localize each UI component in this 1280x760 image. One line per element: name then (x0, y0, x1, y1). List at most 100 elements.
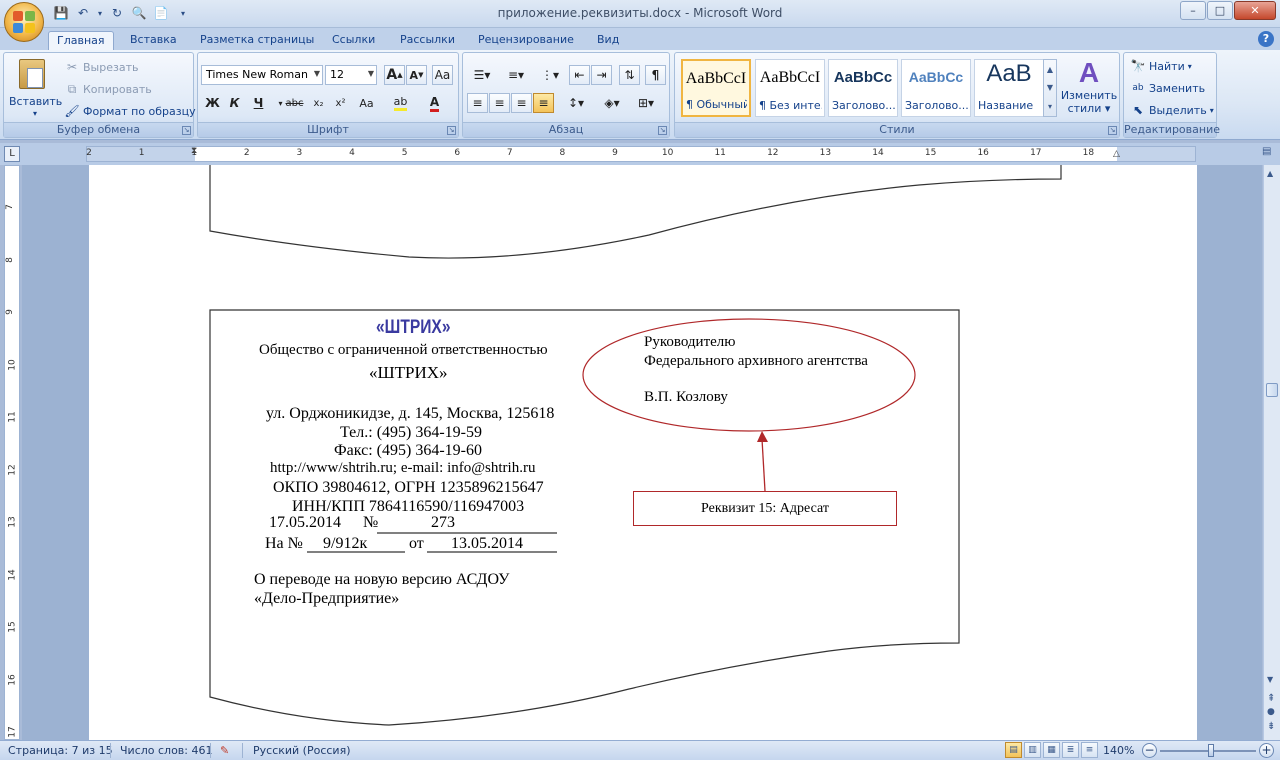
copy-icon: ⧉ (67, 81, 77, 96)
document-page[interactable]: «ШТРИХ» Общество с ограниченной ответств… (89, 165, 1197, 740)
highlight-icon[interactable]: ab (390, 93, 411, 113)
line-spacing-icon[interactable]: ↕▾ (561, 93, 591, 113)
numbering-icon[interactable]: ≡▾ (501, 65, 531, 85)
font-launcher-icon[interactable]: ↘ (447, 126, 456, 135)
ruler-number: 13 (819, 148, 832, 158)
draft-icon[interactable]: ≡ (1081, 742, 1098, 758)
strikethrough-button[interactable]: abc (284, 93, 305, 113)
close-button[interactable]: ✕ (1234, 1, 1276, 20)
proofing-icon[interactable]: ✎ (220, 744, 229, 757)
justify-icon[interactable]: ≡ (533, 93, 554, 113)
style-title[interactable]: AaB Название (974, 59, 1044, 117)
font-name-combo[interactable]: Times New Roman ▼ (201, 65, 323, 85)
bullets-icon[interactable]: ☰▾ (467, 65, 497, 85)
ruler-strip[interactable]: 2 1 1 2 3 4 5 6 7 8 9 10 11 12 13 14 15 16 17 18 ⧗ △ (86, 146, 1196, 162)
previous-page-icon[interactable]: ⇞ (1267, 693, 1275, 704)
select-button[interactable]: ⬉ Выделить ▾ (1130, 100, 1214, 120)
indent-marker-icon[interactable]: ⧗ (191, 146, 197, 156)
clear-formatting-icon[interactable]: Aa (432, 65, 453, 85)
copy-button[interactable]: ⧉ Копировать (64, 79, 152, 99)
scroll-down-icon[interactable]: ▼ (1267, 675, 1273, 684)
tab-home[interactable]: Главная (48, 31, 114, 50)
office-button[interactable] (4, 2, 44, 42)
outline-icon[interactable]: ≣ (1062, 742, 1079, 758)
change-case-button[interactable]: Aa (356, 93, 377, 113)
restore-button[interactable]: □ (1207, 1, 1233, 20)
bold-button[interactable]: Ж (202, 93, 223, 113)
paragraph-launcher-icon[interactable]: ↘ (658, 126, 667, 135)
shrink-font-button[interactable]: A ▼ (406, 65, 427, 85)
shading-icon[interactable]: ◈▾ (597, 93, 627, 113)
style-sample: AaBbCc (908, 69, 964, 85)
style-no-spacing[interactable]: AaBbCcI ¶ Без инте... (755, 59, 825, 117)
print-layout-icon[interactable]: ▤ (1005, 742, 1022, 758)
right-indent-marker-icon[interactable]: △ (1113, 149, 1120, 159)
change-styles-button[interactable]: A Изменить стили ▾ (1059, 57, 1119, 123)
increase-indent-icon[interactable]: ⇥ (591, 65, 612, 85)
align-center-icon[interactable]: ≡ (489, 93, 510, 113)
zoom-level[interactable]: 140% (1103, 744, 1134, 757)
styles-scroll[interactable]: ▲ ▼ ▾ (1043, 59, 1057, 117)
tab-references[interactable]: Ссылки (324, 31, 383, 50)
align-right-icon[interactable]: ≡ (511, 93, 532, 113)
language-indicator[interactable]: Русский (Россия) (253, 744, 351, 757)
styles-group-label: Стили (675, 122, 1119, 137)
align-left-icon[interactable]: ≡ (467, 93, 488, 113)
tab-view[interactable]: Вид (589, 31, 627, 50)
page-indicator[interactable]: Страница: 7 из 15 (8, 744, 113, 757)
show-marks-icon[interactable]: ¶ (645, 65, 666, 85)
org-address: ул. Орджоникидзе, д. 145, Москва, 125618 (266, 405, 555, 422)
tab-selector-icon[interactable]: L (4, 146, 20, 162)
grow-font-button[interactable]: A ▲ (384, 65, 405, 85)
underline-button[interactable]: Ч (248, 93, 269, 113)
superscript-button[interactable]: x² (330, 93, 351, 113)
tab-review[interactable]: Рецензирование (470, 31, 582, 50)
find-button[interactable]: 🔭 Найти ▾ (1130, 56, 1192, 76)
tab-mailings[interactable]: Рассылки (392, 31, 463, 50)
style-heading-1[interactable]: AaBbCc Заголово... (828, 59, 898, 117)
ruler-number: 3 (296, 148, 303, 158)
previous-document-shape (209, 165, 1062, 259)
multilevel-list-icon[interactable]: ⋮▾ (535, 65, 565, 85)
font-color-icon[interactable]: A (424, 93, 445, 113)
italic-button[interactable]: К (224, 93, 245, 113)
font-size-combo[interactable]: 12 ▼ (325, 65, 377, 85)
style-heading-2[interactable]: AaBbCc Заголово... (901, 59, 971, 117)
web-layout-icon[interactable]: ▦ (1043, 742, 1060, 758)
vertical-scrollbar[interactable]: ▲ ▼ ⇞ ● ⇟ (1263, 165, 1280, 740)
styles-launcher-icon[interactable]: ↘ (1108, 126, 1117, 135)
word-count[interactable]: Число слов: 461 (120, 744, 213, 757)
style-normal[interactable]: AaBbCcI ¶ Обычный (681, 59, 751, 117)
ruler-number: 5 (401, 148, 408, 158)
change-styles-label-2: стили ▾ (1067, 102, 1111, 115)
full-screen-reading-icon[interactable]: ▥ (1024, 742, 1041, 758)
editing-group-label: Редактирование (1124, 122, 1220, 137)
ruler-number: 14 (872, 148, 884, 158)
next-page-icon[interactable]: ⇟ (1267, 721, 1275, 732)
tab-insert[interactable]: Вставка (122, 31, 185, 50)
zoom-in-icon[interactable]: + (1259, 743, 1274, 758)
minimize-button[interactable]: – (1180, 1, 1206, 20)
font-size-value: 12 (330, 68, 344, 81)
subscript-button[interactable]: x₂ (308, 93, 329, 113)
cut-button[interactable]: ✂ Вырезать (64, 57, 139, 77)
reply-from-label: от (409, 535, 424, 552)
borders-icon[interactable]: ⊞▾ (631, 93, 661, 113)
zoom-slider-thumb[interactable] (1208, 744, 1214, 757)
editing-group: 🔭 Найти ▾ ab Заменить ⬉ Выделить ▾ Редакти… (1123, 52, 1220, 138)
replace-button[interactable]: ab Заменить (1130, 78, 1205, 98)
sort-icon[interactable]: ⇅ (619, 65, 640, 85)
clipboard-launcher-icon[interactable]: ↘ (182, 126, 191, 135)
view-ruler-icon[interactable]: ▤ (1262, 146, 1276, 162)
browse-object-icon[interactable]: ● (1267, 707, 1275, 717)
flowchart-shapes (209, 165, 1062, 726)
cursor-icon: ⬉ (1132, 103, 1144, 117)
paste-button[interactable]: Вставить ▾ (9, 57, 62, 123)
format-painter-button[interactable]: 🖌 Формат по образцу (64, 101, 195, 121)
decrease-indent-icon[interactable]: ⇤ (569, 65, 590, 85)
zoom-out-icon[interactable]: − (1142, 743, 1157, 758)
scrollbar-thumb[interactable] (1266, 383, 1278, 397)
help-icon[interactable]: ? (1258, 31, 1274, 47)
tab-page-layout[interactable]: Разметка страницы (192, 31, 322, 50)
scroll-up-icon[interactable]: ▲ (1267, 169, 1273, 178)
